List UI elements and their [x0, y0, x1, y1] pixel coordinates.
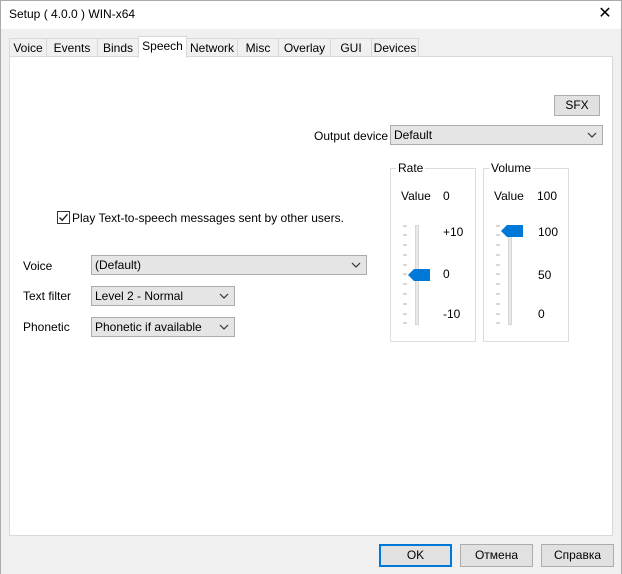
- title-bar: Setup ( 4.0.0 ) WIN-x64 ✕: [1, 1, 621, 29]
- phonetic-select[interactable]: Phonetic if available: [91, 317, 235, 337]
- chevron-down-icon: [587, 132, 597, 138]
- rate-group: Rate Value 0 +10 0 -10: [390, 161, 476, 342]
- text-filter-label: Text filter: [23, 289, 72, 303]
- speech-panel: SFX Output device Default Rate Value 0 +…: [9, 56, 613, 536]
- tab-voice[interactable]: Voice: [9, 38, 47, 57]
- chevron-down-icon: [351, 262, 361, 268]
- volume-slider-thumb[interactable]: [501, 225, 523, 237]
- volume-value-label: Value: [494, 189, 524, 203]
- close-icon[interactable]: ✕: [589, 1, 621, 29]
- help-button[interactable]: Справка: [541, 544, 614, 567]
- chevron-down-icon: [219, 293, 229, 299]
- rate-title: Rate: [396, 161, 426, 175]
- voice-label: Voice: [23, 259, 53, 273]
- tab-speech[interactable]: Speech: [138, 36, 187, 58]
- setup-window: Setup ( 4.0.0 ) WIN-x64 ✕ Voice Events B…: [0, 0, 622, 574]
- volume-group: Volume Value 100 100 50 0: [483, 161, 569, 342]
- voice-select[interactable]: (Default): [91, 255, 367, 275]
- rate-value-label: Value: [401, 189, 431, 203]
- output-device-select[interactable]: Default: [390, 125, 603, 145]
- chevron-down-icon: [219, 324, 229, 330]
- ok-button[interactable]: OK: [379, 544, 452, 567]
- volume-max-label: 100: [538, 225, 559, 239]
- volume-mid-label: 50: [538, 268, 552, 282]
- tab-network[interactable]: Network: [186, 38, 238, 57]
- cancel-button[interactable]: Отмена: [460, 544, 533, 567]
- rate-value: 0: [443, 189, 450, 203]
- tts-checkbox[interactable]: [57, 211, 70, 224]
- tab-gui[interactable]: GUI: [330, 38, 372, 57]
- dialog-buttons: OK Отмена Справка: [1, 538, 621, 574]
- rate-min-label: -10: [443, 307, 461, 321]
- tab-events[interactable]: Events: [46, 38, 98, 57]
- output-device-label: Output device: [314, 129, 389, 143]
- tab-devices[interactable]: Devices: [371, 38, 419, 57]
- text-filter-select[interactable]: Level 2 - Normal: [91, 286, 235, 306]
- sfx-button[interactable]: SFX: [554, 95, 600, 116]
- volume-ticks: [496, 225, 500, 324]
- phonetic-label: Phonetic: [23, 320, 70, 334]
- window-title: Setup ( 4.0.0 ) WIN-x64: [9, 7, 136, 21]
- volume-value: 100: [537, 189, 558, 203]
- rate-mid-label: 0: [443, 267, 450, 281]
- tab-misc[interactable]: Misc: [237, 38, 279, 57]
- phonetic-value: Phonetic if available: [95, 320, 202, 334]
- output-device-value: Default: [394, 128, 433, 142]
- tts-checkbox-label[interactable]: Play Text-to-speech messages sent by oth…: [72, 211, 344, 225]
- volume-title: Volume: [489, 161, 534, 175]
- tab-overlay[interactable]: Overlay: [278, 38, 331, 57]
- volume-min-label: 0: [538, 307, 545, 321]
- volume-slider-track[interactable]: [508, 225, 512, 325]
- voice-value: (Default): [95, 258, 142, 272]
- rate-max-label: +10: [443, 225, 464, 239]
- text-filter-value: Level 2 - Normal: [95, 289, 184, 303]
- check-icon: [58, 213, 69, 222]
- rate-slider-thumb[interactable]: [408, 269, 430, 281]
- tab-binds[interactable]: Binds: [97, 38, 139, 57]
